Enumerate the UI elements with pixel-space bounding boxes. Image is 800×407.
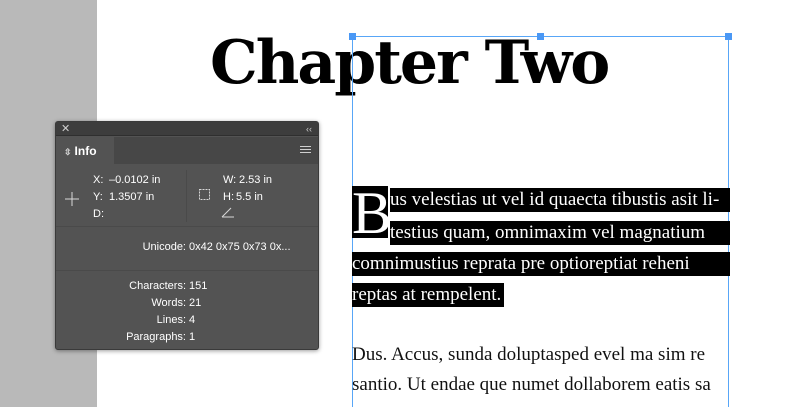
drop-cap: B [352, 180, 393, 246]
tab-info-label: Info [74, 144, 97, 158]
info-panel[interactable]: ✕ ‹‹ ⇳ Info X: –0.0102 in Y: 1.3507 in D:… [55, 121, 319, 350]
line-text: testius quam, omnimaxim vel magnatium [390, 222, 706, 243]
line-text: us velestias ut vel id quaecta tibustis … [390, 189, 720, 210]
frame-size-icon [199, 189, 210, 200]
lines-value: 4 [189, 314, 196, 326]
d-label: D: [93, 208, 104, 220]
selected-line: us velestias ut vel id quaecta tibustis … [390, 188, 730, 212]
x-value: –0.0102 in [109, 174, 161, 186]
w-value: 2.53 in [239, 174, 273, 186]
panel-tab-row: ⇳ Info [56, 137, 318, 165]
paragraphs-value: 1 [189, 331, 196, 343]
h-value: 5.5 in [236, 191, 263, 203]
characters-label: Characters: [129, 280, 186, 292]
close-icon[interactable]: ✕ [61, 122, 70, 136]
tab-expand-icon: ⇳ [64, 147, 72, 157]
h-label: H: [223, 191, 234, 203]
characters-value: 151 [189, 280, 208, 292]
panel-title-bar[interactable]: ✕ ‹‹ [56, 122, 318, 136]
angle-icon [221, 207, 234, 218]
selected-line: testius quam, omnimaxim vel magnatium [390, 221, 730, 245]
tab-info[interactable]: ⇳ Info [56, 137, 114, 165]
line-text: comnimustius reprata pre optioreptiat re… [352, 253, 690, 274]
divider [56, 226, 318, 227]
collapse-panel-icon[interactable]: ‹‹ [306, 122, 312, 136]
body-line: santio. Ut endae que numet dollaborem ea… [352, 374, 711, 395]
body-line: Dus. Accus, sunda doluptasped evel ma si… [352, 344, 706, 365]
line-text: reptas at rempelent. [352, 284, 502, 305]
words-value: 21 [189, 297, 202, 309]
selected-line: reptas at rempelent. [352, 283, 505, 307]
unicode-value: 0x42 0x75 0x73 0x... [189, 241, 291, 253]
divider [186, 170, 187, 222]
lines-label: Lines: [156, 314, 186, 326]
y-value: 1.3507 in [109, 191, 155, 203]
y-label: Y: [93, 191, 103, 203]
unicode-label: Unicode: [142, 241, 186, 253]
selected-line: comnimustius reprata pre optioreptiat re… [352, 252, 730, 276]
x-label: X: [93, 174, 104, 186]
paragraphs-label: Paragraphs: [126, 331, 186, 343]
w-label: W: [223, 174, 237, 186]
words-label: Words: [151, 297, 186, 309]
divider [56, 270, 318, 271]
panel-menu-icon[interactable] [300, 146, 311, 154]
crosshair-icon [65, 192, 79, 206]
selected-paragraph[interactable]: B us velestias ut vel id quaecta tibusti… [352, 0, 730, 407]
